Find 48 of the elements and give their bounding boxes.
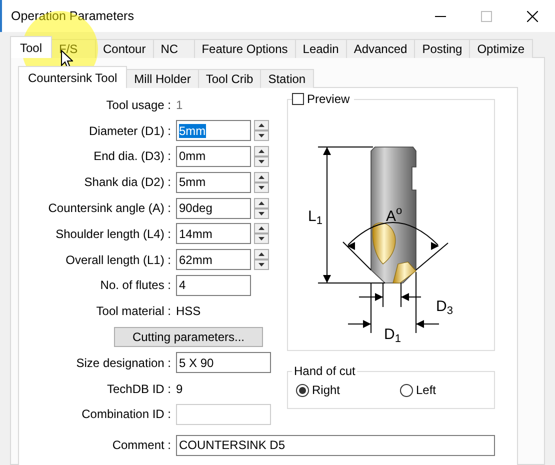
text-field[interactable]: 90deg: [176, 198, 251, 219]
text-field[interactable]: 5mm: [176, 172, 251, 193]
tab[interactable]: Posting: [414, 39, 470, 58]
dimension-label: A$^{o}$: [386, 205, 402, 225]
text-field[interactable]: 5mm: [176, 120, 251, 142]
tab[interactable]: NC: [152, 39, 195, 58]
text-field[interactable]: 5 X 90: [176, 352, 271, 374]
field-label: Tool material :: [95, 304, 171, 318]
text-field[interactable]: 0mm: [176, 146, 251, 167]
field-value: HSS: [176, 304, 201, 318]
text-field[interactable]: 62mm: [176, 249, 251, 270]
tab[interactable]: Advanced: [346, 39, 416, 58]
field-label: Shank dia (D2) :: [83, 175, 171, 190]
window-title: Operation Parameters: [11, 9, 135, 23]
tab[interactable]: Tool Crib: [198, 69, 262, 88]
field-label: Countersink angle (A) :: [47, 201, 171, 216]
tab[interactable]: F/S: [51, 39, 96, 58]
field-value: 9: [176, 382, 183, 396]
tab[interactable]: Mill Holder: [126, 69, 199, 88]
radio-label: Left: [416, 383, 436, 397]
dimension-label: D$_{3}$: [436, 298, 453, 317]
field-label: Combination ID :: [80, 407, 171, 422]
tab[interactable]: Contour: [95, 39, 154, 58]
tab[interactable]: Optimize: [469, 39, 533, 58]
checkbox-label: Preview: [307, 92, 350, 106]
dimension-label: D$_{1}$: [384, 326, 401, 345]
tab[interactable]: Countersink Tool: [18, 66, 128, 88]
text-field[interactable]: 14mm: [176, 223, 251, 244]
field-label: No. of flutes :: [99, 278, 171, 292]
field-label: Overall length (L1) :: [64, 252, 171, 267]
field-value: 1: [176, 98, 183, 112]
field-label: Diameter (D1) :: [88, 124, 171, 138]
tab[interactable]: Station: [260, 69, 314, 88]
field-label: Comment :: [111, 438, 171, 452]
field-label: End dia. (D3) :: [92, 149, 171, 164]
dimension-label: L$_{1}$: [308, 208, 322, 227]
field-label: Shoulder length (L4) :: [54, 226, 171, 241]
group-title: Hand of cut: [292, 364, 358, 378]
tab[interactable]: Leadin: [294, 39, 347, 58]
field-label: Tool usage :: [105, 98, 171, 112]
text-field[interactable]: COUNTERSINK D5: [176, 434, 495, 456]
tab[interactable]: Tool: [10, 36, 52, 58]
cutting-parameters-button[interactable]: Cutting parameters...: [114, 327, 263, 348]
radio-label: Right: [312, 383, 340, 397]
tab[interactable]: Feature Options: [194, 39, 296, 58]
field-label: Size designation :: [75, 356, 171, 370]
field-label: TechDB ID :: [106, 382, 171, 396]
text-field[interactable]: 4: [176, 274, 251, 296]
